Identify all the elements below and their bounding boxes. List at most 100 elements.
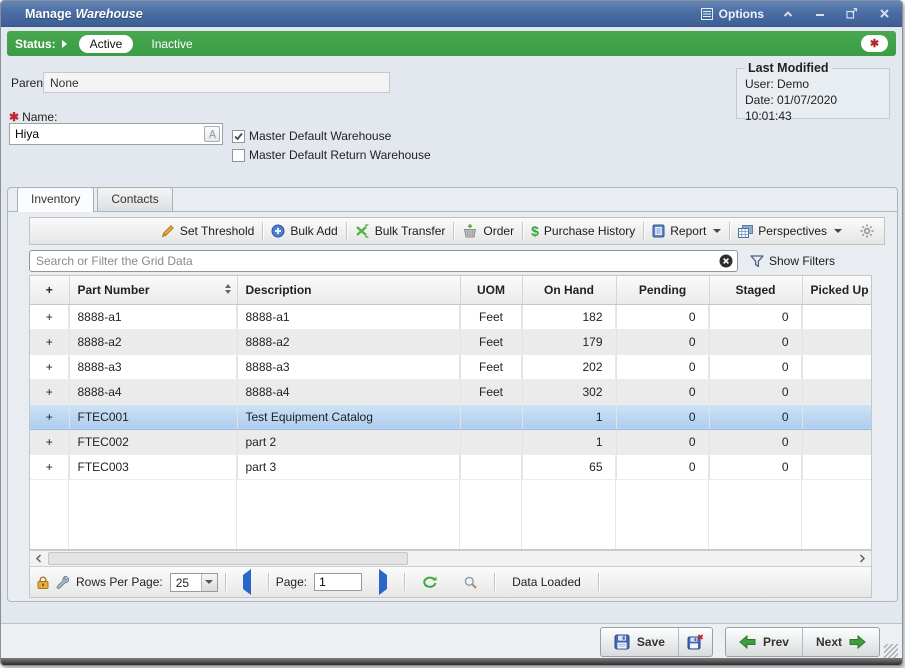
rows-per-page-select[interactable]: 25 bbox=[170, 573, 218, 592]
column-uom[interactable]: UOM bbox=[460, 276, 522, 304]
show-filters-button[interactable]: Show Filters bbox=[750, 254, 835, 268]
cell-staged: 0 bbox=[709, 354, 802, 379]
bulk-add-button[interactable]: Bulk Add bbox=[263, 219, 345, 243]
wrench-icon[interactable] bbox=[56, 576, 69, 589]
column-part-number[interactable]: Part Number bbox=[69, 276, 237, 304]
next-button[interactable]: Next bbox=[802, 628, 879, 656]
chevron-right-icon bbox=[859, 554, 866, 563]
expand-row-button[interactable]: + bbox=[30, 304, 69, 329]
tab-contacts[interactable]: Contacts bbox=[97, 187, 172, 211]
sort-icon bbox=[225, 284, 231, 294]
popout-icon bbox=[846, 8, 858, 19]
cell-description: Test Equipment Catalog bbox=[237, 404, 460, 429]
cell-pending: 0 bbox=[616, 454, 709, 479]
order-button[interactable]: Order bbox=[454, 219, 522, 243]
set-threshold-button[interactable]: Set Threshold bbox=[153, 219, 263, 243]
cell-picked-up bbox=[802, 404, 872, 429]
collapse-button[interactable] bbox=[780, 6, 796, 22]
expand-row-button[interactable]: + bbox=[30, 429, 69, 454]
expand-row-button[interactable]: + bbox=[30, 379, 69, 404]
column-pending[interactable]: Pending bbox=[616, 276, 709, 304]
cell-on-hand: 202 bbox=[522, 354, 616, 379]
transfer-arrows-icon bbox=[355, 224, 370, 238]
table-row-selected[interactable]: + FTEC001 Test Equipment Catalog 1 0 0 bbox=[30, 404, 872, 429]
previous-page-button[interactable] bbox=[233, 575, 261, 589]
column-expand[interactable]: + bbox=[30, 276, 69, 304]
popout-button[interactable] bbox=[844, 6, 860, 22]
page-number-input[interactable] bbox=[314, 573, 362, 591]
inventory-table: + Part Number Description UOM On Hand Pe… bbox=[30, 276, 872, 480]
close-icon bbox=[880, 9, 889, 18]
pager-separator bbox=[494, 573, 495, 591]
column-picked-up[interactable]: Picked Up bbox=[802, 276, 872, 304]
expand-row-button[interactable]: + bbox=[30, 329, 69, 354]
table-row[interactable]: + FTEC002 part 2 1 0 0 bbox=[30, 429, 872, 454]
status-inactive-button[interactable]: Inactive bbox=[145, 35, 198, 53]
table-row[interactable]: + FTEC003 part 3 65 0 0 bbox=[30, 454, 872, 479]
special-character-button[interactable] bbox=[204, 126, 220, 142]
save-floppy-icon bbox=[614, 634, 630, 650]
window-title: ManageWarehouse bbox=[25, 7, 143, 21]
report-button[interactable]: Report bbox=[644, 219, 729, 243]
cell-uom bbox=[460, 404, 522, 429]
green-arrow-right-icon bbox=[849, 635, 866, 649]
clear-search-button[interactable] bbox=[719, 254, 733, 268]
expand-row-button[interactable]: + bbox=[30, 454, 69, 479]
minimize-button[interactable] bbox=[812, 6, 828, 22]
perspectives-button[interactable]: Perspectives bbox=[730, 219, 850, 243]
column-description[interactable]: Description bbox=[237, 276, 460, 304]
table-row[interactable]: + 8888-a3 8888-a3 Feet 202 0 0 bbox=[30, 354, 872, 379]
horizontal-scrollbar[interactable] bbox=[29, 550, 872, 567]
grid-search-input[interactable] bbox=[29, 250, 738, 272]
expand-row-button[interactable]: + bbox=[30, 404, 69, 429]
next-page-button[interactable] bbox=[369, 575, 397, 589]
table-row[interactable]: + 8888-a4 8888-a4 Feet 302 0 0 bbox=[30, 379, 872, 404]
save-and-close-button[interactable] bbox=[678, 628, 712, 656]
prev-next-button-group: Prev Next bbox=[725, 627, 880, 657]
scrollbar-thumb[interactable] bbox=[48, 552, 408, 565]
tab-inventory[interactable]: Inventory bbox=[17, 187, 94, 212]
options-label: Options bbox=[719, 7, 764, 21]
scroll-right-button[interactable] bbox=[854, 551, 871, 566]
last-modified-title: Last Modified bbox=[745, 61, 832, 75]
table-row[interactable]: + 8888-a2 8888-a2 Feet 179 0 0 bbox=[30, 329, 872, 354]
name-field[interactable] bbox=[10, 127, 204, 141]
cell-part-number: 8888-a3 bbox=[69, 354, 237, 379]
manage-warehouse-window: ManageWarehouse Options Status: Active I… bbox=[0, 0, 903, 666]
chevron-left-icon bbox=[35, 554, 42, 563]
resize-grip[interactable] bbox=[884, 644, 898, 658]
clear-circle-icon bbox=[719, 254, 733, 268]
purchase-history-button[interactable]: $ Purchase History bbox=[523, 219, 643, 243]
cell-description: part 3 bbox=[237, 454, 460, 479]
save-button[interactable]: Save bbox=[601, 628, 678, 656]
options-button[interactable]: Options bbox=[701, 7, 764, 21]
status-active-button[interactable]: Active bbox=[79, 35, 134, 53]
pager-separator bbox=[268, 573, 269, 591]
cell-pending: 0 bbox=[616, 354, 709, 379]
scroll-left-button[interactable] bbox=[30, 551, 47, 566]
cell-pending: 0 bbox=[616, 329, 709, 354]
report-icon bbox=[652, 224, 665, 238]
cell-part-number: 8888-a4 bbox=[69, 379, 237, 404]
filter-funnel-icon bbox=[750, 255, 764, 268]
prev-button[interactable]: Prev bbox=[726, 628, 802, 656]
table-row[interactable]: + 8888-a1 8888-a1 Feet 182 0 0 bbox=[30, 304, 872, 329]
refresh-button[interactable] bbox=[412, 576, 447, 589]
master-default-return-warehouse-checkbox[interactable]: Master Default Return Warehouse bbox=[232, 148, 431, 162]
bulk-transfer-button[interactable]: Bulk Transfer bbox=[347, 219, 454, 243]
grid-settings-button[interactable] bbox=[850, 224, 878, 238]
column-staged[interactable]: Staged bbox=[709, 276, 802, 304]
required-fields-badge[interactable]: ✱ bbox=[861, 35, 888, 52]
save-close-floppy-icon bbox=[687, 634, 704, 650]
close-button[interactable] bbox=[876, 6, 892, 22]
rows-per-page-value: 25 bbox=[171, 574, 201, 591]
master-default-warehouse-checkbox[interactable]: Master Default Warehouse bbox=[232, 129, 391, 143]
search-grid-button[interactable] bbox=[454, 576, 487, 589]
cell-description: 8888-a2 bbox=[237, 329, 460, 354]
expand-row-button[interactable]: + bbox=[30, 354, 69, 379]
column-on-hand[interactable]: On Hand bbox=[522, 276, 616, 304]
pager-separator bbox=[598, 573, 599, 591]
refresh-icon bbox=[422, 576, 437, 589]
lock-icon[interactable] bbox=[37, 576, 49, 589]
parent-field[interactable] bbox=[43, 72, 390, 93]
